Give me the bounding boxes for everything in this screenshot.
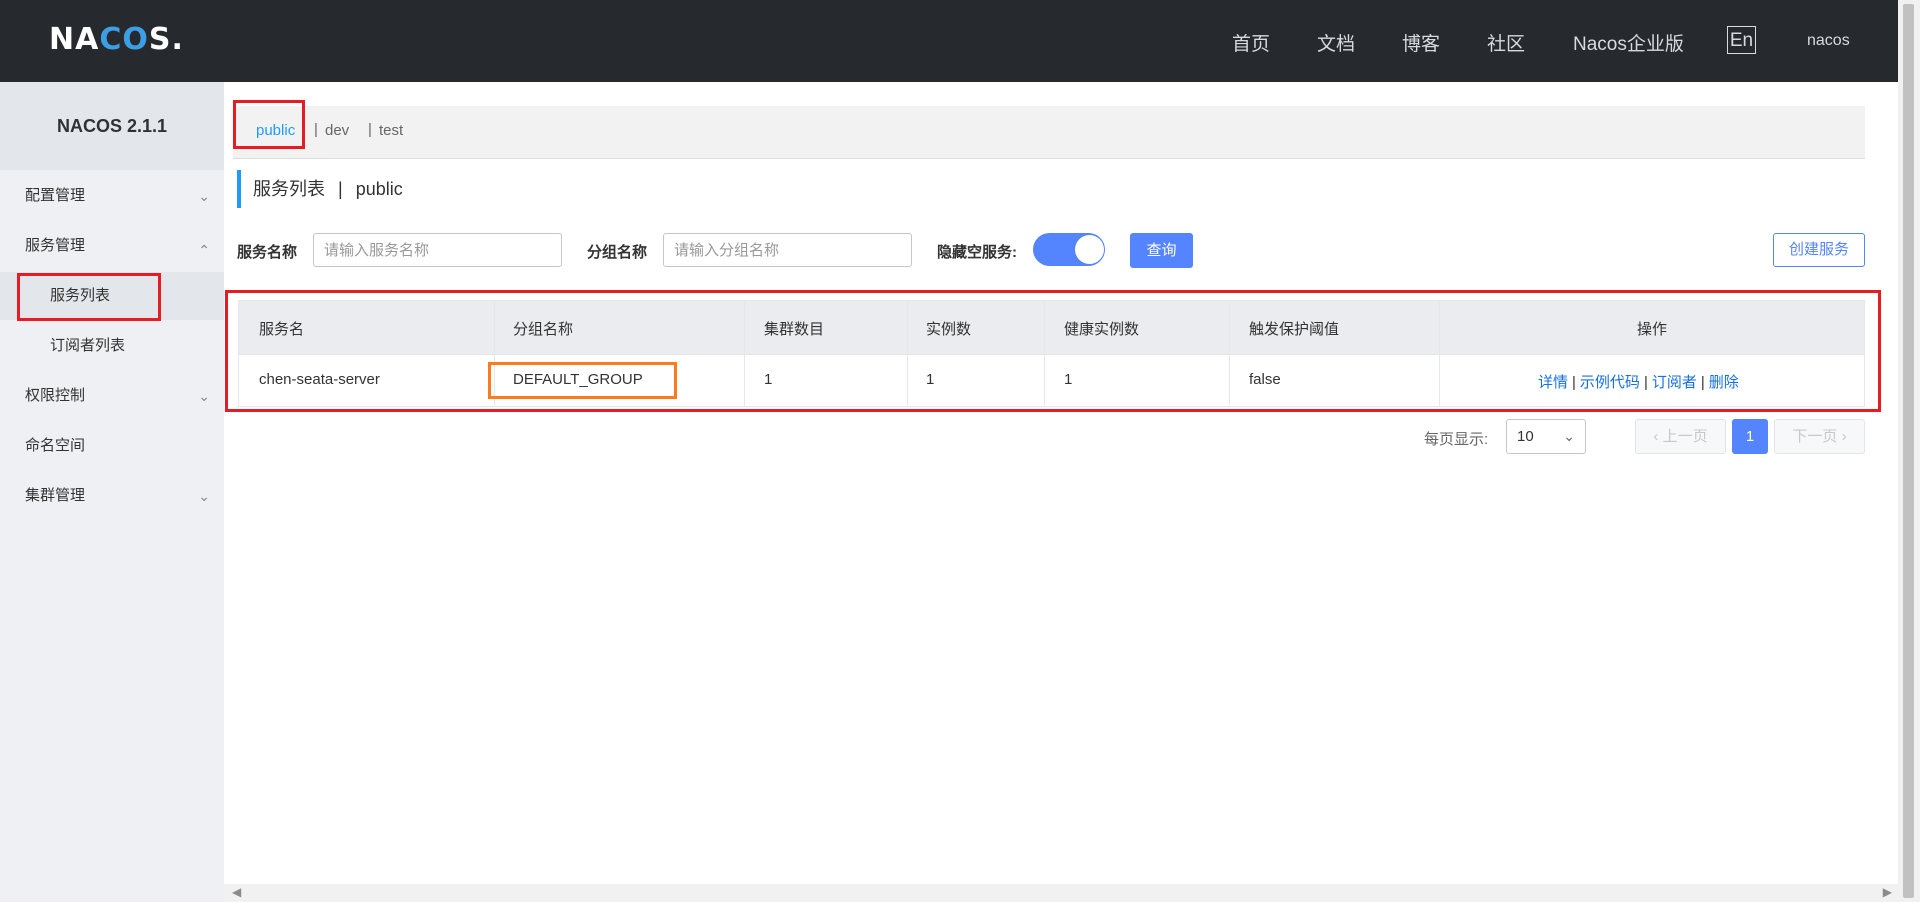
next-page-button[interactable]: 下一页 › (1774, 419, 1865, 454)
sidebar-item-label: 订阅者列表 (50, 337, 126, 354)
prev-page-button[interactable]: ‹ 上一页 (1635, 419, 1726, 454)
create-service-button[interactable]: 创建服务 (1773, 233, 1865, 267)
toggle-knob (1075, 235, 1104, 264)
chevron-down-icon: ⌄ (198, 188, 210, 204)
page-title-namespace: public (355, 179, 403, 199)
chevron-left-icon: ‹ (1653, 428, 1659, 445)
sidebar-item-namespace[interactable]: 命名空间 (0, 422, 224, 470)
page-title-text: 服务列表 (253, 179, 325, 199)
nav-community[interactable]: 社区 (1487, 29, 1525, 56)
namespace-bar: public | dev | test (233, 106, 1865, 159)
highlight-box-service-list (17, 273, 161, 321)
page-title-separator: | (338, 179, 343, 199)
sidebar-item-label: 命名空间 (25, 437, 86, 454)
sidebar-item-label: 配置管理 (25, 187, 86, 204)
service-name-input[interactable] (313, 233, 562, 267)
page-size-value: 10 (1517, 428, 1534, 445)
group-name-input[interactable] (663, 233, 912, 267)
window-scrollbar-thumb[interactable] (1903, 4, 1914, 898)
page-size-label: 每页显示: (1424, 431, 1489, 448)
horizontal-scrollbar[interactable]: ◀ ▶ (224, 884, 1898, 902)
scroll-right-arrow-icon[interactable]: ▶ (1883, 885, 1892, 899)
page-size-select[interactable]: 10 ⌄ (1506, 419, 1586, 454)
namespace-test[interactable]: test (379, 122, 403, 139)
highlight-box-table (225, 290, 1881, 412)
chevron-down-icon: ⌄ (198, 488, 210, 504)
hide-empty-services-label: 隐藏空服务: (937, 244, 1017, 261)
sidebar-item-label: 权限控制 (25, 387, 86, 404)
sidebar-item-label: 集群管理 (25, 487, 86, 504)
language-toggle-button[interactable]: En (1727, 26, 1756, 54)
query-button[interactable]: 查询 (1130, 233, 1193, 268)
sidebar-item-service-management[interactable]: 服务管理 ⌃ (0, 222, 224, 270)
nav-home[interactable]: 首页 (1232, 29, 1270, 56)
sidebar-item-config-management[interactable]: 配置管理 ⌄ (0, 172, 224, 220)
nav-blog[interactable]: 博客 (1402, 29, 1440, 56)
sidebar-item-label: 服务管理 (25, 237, 86, 254)
next-page-label: 下一页 (1792, 428, 1838, 445)
scroll-left-arrow-icon[interactable]: ◀ (232, 885, 241, 899)
chevron-right-icon: › (1841, 428, 1847, 445)
chevron-down-icon: ⌄ (1563, 428, 1575, 444)
page-title: 服务列表 | public (237, 170, 403, 208)
sidebar-item-cluster-management[interactable]: 集群管理 ⌄ (0, 472, 224, 520)
top-header: NACOS. 首页 文档 博客 社区 Nacos企业版 En nacos (0, 0, 1898, 82)
nacos-logo[interactable]: NACOS. (49, 22, 184, 57)
product-version-title: NACOS 2.1.1 (0, 82, 224, 170)
current-page-button[interactable]: 1 (1732, 419, 1768, 454)
highlight-box-namespace (233, 100, 305, 149)
sidebar-item-access-control[interactable]: 权限控制 ⌄ (0, 372, 224, 420)
group-name-label: 分组名称 (587, 244, 648, 261)
service-name-label: 服务名称 (237, 244, 298, 261)
sidebar-item-subscriber-list[interactable]: 订阅者列表 (0, 322, 224, 370)
namespace-separator: | (314, 121, 318, 138)
chevron-up-icon: ⌃ (198, 242, 210, 258)
nav-enterprise[interactable]: Nacos企业版 (1573, 29, 1684, 56)
namespace-separator: | (368, 121, 372, 138)
sidebar: NACOS 2.1.1 配置管理 ⌄ 服务管理 ⌃ 服务列表 订阅者列表 权限控… (0, 82, 224, 902)
namespace-dev[interactable]: dev (325, 122, 349, 139)
highlight-box-group-name (488, 362, 677, 399)
nav-docs[interactable]: 文档 (1317, 29, 1355, 56)
chevron-down-icon: ⌄ (198, 388, 210, 404)
prev-page-label: 上一页 (1662, 428, 1708, 445)
user-name[interactable]: nacos (1807, 32, 1850, 50)
